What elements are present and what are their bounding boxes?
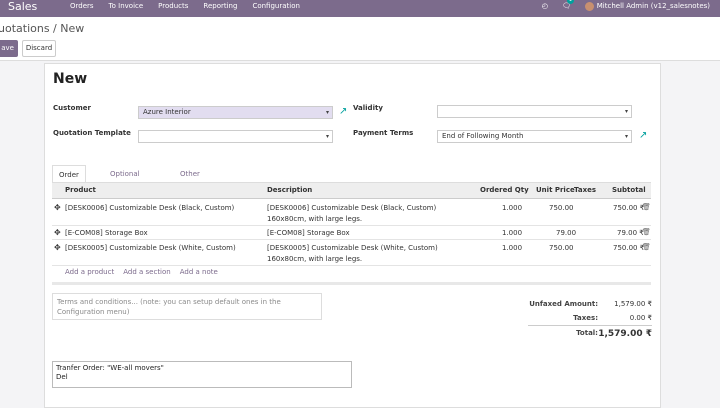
menu-configuration[interactable]: Configuration xyxy=(252,0,299,12)
row-subtotal: 750.00 ₹ xyxy=(613,244,645,252)
row-price: 79.00 xyxy=(556,229,577,237)
quotation-template-field[interactable]: ▾ xyxy=(138,130,333,143)
top-navbar: Sales Orders To Invoice Products Reporti… xyxy=(0,0,720,17)
chevron-down-icon[interactable]: ▾ xyxy=(326,131,329,142)
user-name: Mitchell Admin (v12_salesnotes) xyxy=(596,2,710,10)
untaxed-label: Unfaxed Amount: xyxy=(529,300,598,308)
row-price: 750.00 xyxy=(549,244,574,252)
menu-to-invoice[interactable]: To Invoice xyxy=(109,0,144,12)
note-line-2: Del xyxy=(56,373,68,381)
trash-icon[interactable]: 🗑 xyxy=(642,203,651,211)
taxes-label: Taxes: xyxy=(573,314,598,322)
chevron-down-icon[interactable]: ▾ xyxy=(625,131,628,142)
row-qty: 1.000 xyxy=(502,244,523,252)
note-line-1: Tranfer Order: "WE-all movers" xyxy=(56,364,164,372)
customer-label: Customer xyxy=(53,104,91,112)
trash-icon[interactable]: 🗑 xyxy=(642,228,651,236)
row-product: [DESK0006] Customizable Desk (Black, Cus… xyxy=(65,204,235,212)
row-subtotal: 79.00 ₹ xyxy=(617,229,644,237)
tab-other-information[interactable]: Other Information xyxy=(174,165,227,196)
menu-reporting[interactable]: Reporting xyxy=(203,0,237,12)
taxes-value: 0.00 ₹ xyxy=(629,314,652,322)
table-row[interactable]: ✥ [E-COM08] Storage Box [E-COM08] Storag… xyxy=(52,226,651,240)
total-label: Total: xyxy=(576,329,598,337)
external-link-icon[interactable]: ↗ xyxy=(639,131,647,141)
drag-handle-icon[interactable]: ✥ xyxy=(54,228,61,237)
col-unit-price[interactable]: Unit Price xyxy=(536,186,575,194)
menu-orders[interactable]: Orders xyxy=(70,0,94,12)
row-description: [DESK0006] Customizable Desk (Black, Cus… xyxy=(267,204,437,212)
tab-order-lines[interactable]: Order Lines xyxy=(52,165,86,197)
col-ordered-qty[interactable]: Ordered Qty xyxy=(480,186,529,194)
col-product[interactable]: Product xyxy=(65,186,96,194)
avatar xyxy=(584,1,594,11)
row-product: [DESK0005] Customizable Desk (White, Cus… xyxy=(65,244,236,252)
row-description: [DESK0005] Customizable Desk (White, Cus… xyxy=(267,244,438,252)
systray: ◴ 🗨 1 Mitchell Admin (v12_salesnotes) xyxy=(542,0,710,12)
col-taxes[interactable]: Taxes xyxy=(574,186,596,194)
main-menu: Orders To Invoice Products Reporting Con… xyxy=(70,0,300,12)
validity-label: Validity xyxy=(353,104,383,112)
row-description: [E-COM08] Storage Box xyxy=(267,229,350,237)
payment-terms-field[interactable]: End of Following Month ▾ xyxy=(437,130,632,143)
add-section-link[interactable]: Add a section xyxy=(123,268,171,276)
app-name[interactable]: Sales xyxy=(8,0,37,14)
validity-field[interactable]: ▾ xyxy=(437,105,632,118)
total-value: 1,579.00 ₹ xyxy=(598,329,652,339)
row-description-detail: 160x80cm, with large legs. xyxy=(267,255,363,263)
customer-value: Azure Interior xyxy=(143,108,191,116)
trash-icon[interactable]: 🗑 xyxy=(642,243,651,251)
chevron-down-icon[interactable]: ▾ xyxy=(326,107,329,118)
table-row[interactable]: ✥ [DESK0006] Customizable Desk (Black, C… xyxy=(52,200,651,226)
payment-terms-label: Payment Terms xyxy=(353,129,414,137)
row-subtotal: 750.00 ₹ xyxy=(613,204,645,212)
terms-field[interactable]: Terms and conditions... (note: you can s… xyxy=(52,293,322,320)
row-description-detail: 160x80cm, with large legs. xyxy=(267,215,363,223)
quotation-template-label: Quotation Template xyxy=(53,129,131,137)
payment-terms-value: End of Following Month xyxy=(442,132,524,140)
menu-products[interactable]: Products xyxy=(158,0,188,12)
row-qty: 1.000 xyxy=(502,229,523,237)
table-row[interactable]: ✥ [DESK0005] Customizable Desk (White, C… xyxy=(52,240,651,266)
discard-button[interactable]: Discard xyxy=(22,40,56,57)
add-product-link[interactable]: Add a product xyxy=(65,268,114,276)
note-textarea[interactable]: Tranfer Order: "WE-all movers" Del xyxy=(52,361,352,388)
chat-count-badge: 1 xyxy=(566,0,575,4)
clock-icon[interactable]: ◴ xyxy=(542,0,548,12)
add-line-links: Add a product Add a section Add a note xyxy=(65,268,218,276)
col-description[interactable]: Description xyxy=(267,186,312,194)
chat-icon[interactable]: 🗨 1 xyxy=(562,0,575,12)
drag-handle-icon[interactable]: ✥ xyxy=(54,243,61,252)
chevron-down-icon[interactable]: ▾ xyxy=(625,106,628,117)
add-note-link[interactable]: Add a note xyxy=(180,268,218,276)
table-footer xyxy=(52,282,651,285)
customer-field[interactable]: Azure Interior ▾ xyxy=(138,106,333,119)
page-title: New xyxy=(53,71,88,87)
row-price: 750.00 xyxy=(549,204,574,212)
save-button[interactable]: ave xyxy=(0,40,18,57)
breadcrumb[interactable]: uotations / New xyxy=(0,22,84,35)
user-menu[interactable]: Mitchell Admin (v12_salesnotes) xyxy=(584,0,710,12)
totals-divider xyxy=(528,325,652,326)
order-lines-header: Product Description Ordered Qty Unit Pri… xyxy=(52,183,651,199)
row-product: [E-COM08] Storage Box xyxy=(65,229,148,237)
tab-optional-products[interactable]: Optional Products xyxy=(104,165,146,196)
row-qty: 1.000 xyxy=(502,204,523,212)
drag-handle-icon[interactable]: ✥ xyxy=(54,203,61,212)
external-link-icon[interactable]: ↗ xyxy=(339,107,347,117)
col-subtotal[interactable]: Subtotal xyxy=(612,186,646,194)
control-panel: uotations / New xyxy=(0,17,720,61)
untaxed-value: 1,579.00 ₹ xyxy=(614,300,652,308)
